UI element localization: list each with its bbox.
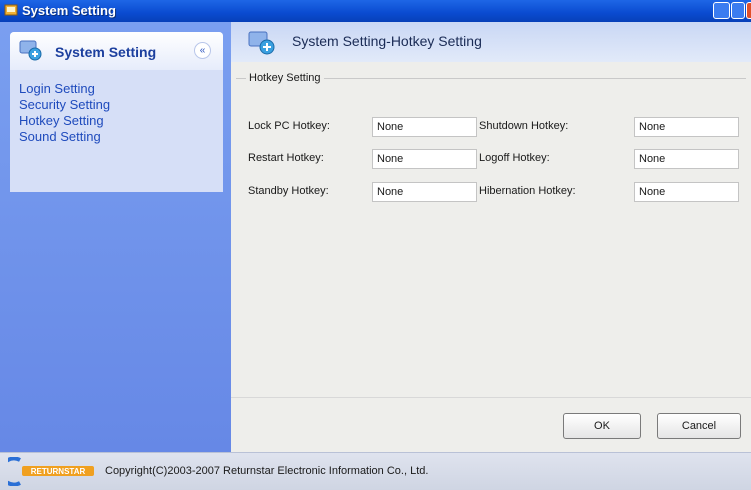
sidebar-panel: System Setting « Login Setting Security …	[10, 32, 223, 192]
hotkey-settings-panel: Hotkey Setting Lock PC Hotkey: None Shut…	[231, 62, 751, 397]
returnstar-logo: RETURNSTAR	[8, 457, 94, 486]
sidebar-item-sound-setting[interactable]: Sound Setting	[19, 129, 101, 144]
close-button[interactable]	[746, 2, 751, 19]
minimize-button[interactable]	[713, 2, 730, 19]
title-bar: System Setting	[0, 0, 751, 22]
main-header: System Setting-Hotkey Setting	[231, 22, 751, 62]
dialog-button-bar: OK Cancel	[231, 397, 751, 452]
sidebar-item-hotkey-setting[interactable]: Hotkey Setting	[19, 113, 104, 128]
restart-hotkey-label: Restart Hotkey:	[248, 152, 324, 164]
group-title: Hotkey Setting	[246, 72, 324, 84]
shutdown-hotkey-label: Shutdown Hotkey:	[479, 120, 569, 132]
settings-icon	[248, 31, 275, 55]
window-title: System Setting	[22, 3, 116, 18]
restart-hotkey-field[interactable]: None	[372, 149, 477, 169]
standby-hotkey-label: Standby Hotkey:	[248, 185, 329, 197]
logoff-hotkey-field[interactable]: None	[634, 149, 739, 169]
sidebar: System Setting « Login Setting Security …	[0, 22, 231, 452]
maximize-button[interactable]	[731, 2, 745, 19]
sidebar-header[interactable]: System Setting «	[10, 32, 223, 70]
svg-text:RETURNSTAR: RETURNSTAR	[31, 467, 86, 476]
cancel-button[interactable]: Cancel	[657, 413, 741, 439]
ok-button[interactable]: OK	[563, 413, 641, 439]
hibernation-hotkey-label: Hibernation Hotkey:	[479, 185, 576, 197]
sidebar-header-title: System Setting	[55, 44, 157, 60]
hotkey-setting-group: Hotkey Setting Lock PC Hotkey: None Shut…	[236, 72, 746, 391]
status-bar: RETURNSTAR Copyright(C)2003-2007 Returns…	[0, 452, 751, 490]
lock-pc-hotkey-label: Lock PC Hotkey:	[248, 120, 330, 132]
app-icon	[4, 4, 18, 16]
shutdown-hotkey-field[interactable]: None	[634, 117, 739, 137]
sidebar-item-login-setting[interactable]: Login Setting	[19, 81, 95, 96]
chevron-up-icon[interactable]: «	[194, 42, 211, 59]
logoff-hotkey-label: Logoff Hotkey:	[479, 152, 550, 164]
page-title: System Setting-Hotkey Setting	[292, 33, 482, 49]
standby-hotkey-field[interactable]: None	[372, 182, 477, 202]
sidebar-item-security-setting[interactable]: Security Setting	[19, 97, 110, 112]
lock-pc-hotkey-field[interactable]: None	[372, 117, 477, 137]
copyright-text: Copyright(C)2003-2007 Returnstar Electro…	[105, 465, 429, 477]
hibernation-hotkey-field[interactable]: None	[634, 182, 739, 202]
settings-icon	[19, 40, 42, 61]
